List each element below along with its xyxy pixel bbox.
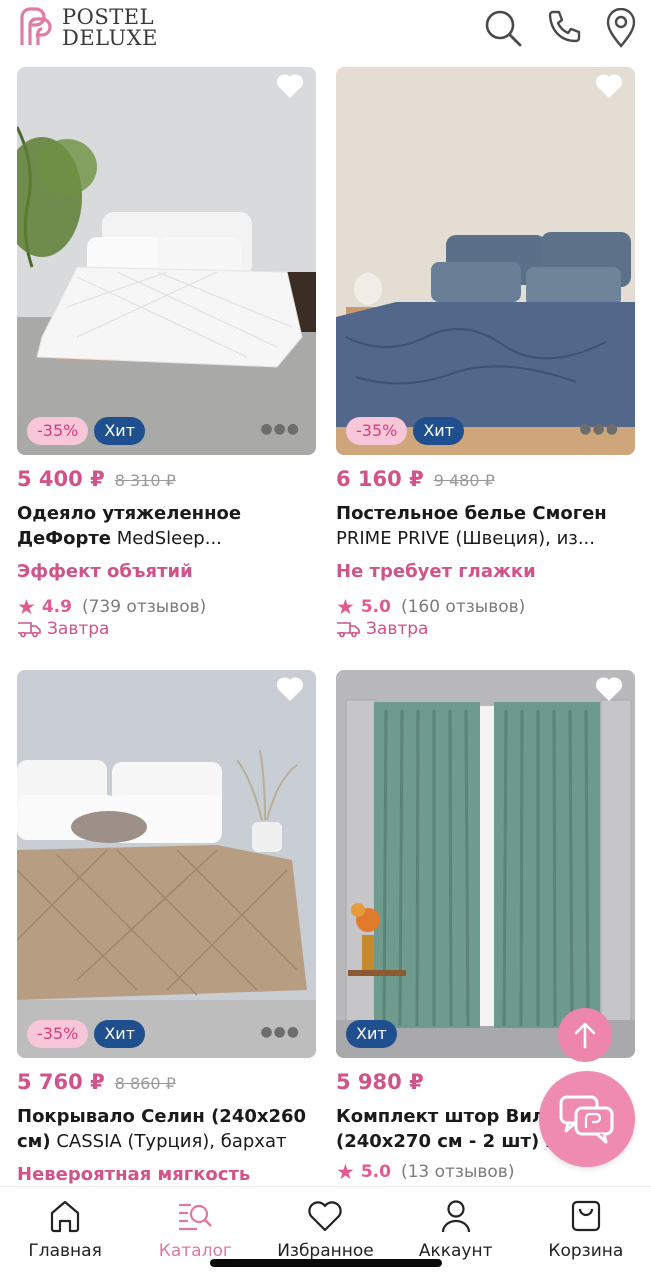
hit-badge: Хит <box>346 1020 397 1048</box>
product-title[interactable]: Покрывало Селин (240x260 см) CASSIA (Тур… <box>17 1104 316 1154</box>
product-price: 5 760 ₽ <box>17 1070 105 1094</box>
delivery-info: Завтра <box>17 619 316 639</box>
chat-button[interactable] <box>539 1071 635 1167</box>
product-price: 6 160 ₽ <box>336 467 424 491</box>
home-icon <box>50 1200 80 1233</box>
review-count: (739 отзывов) <box>81 597 207 617</box>
review-count: (160 отзывов) <box>400 597 526 617</box>
hit-badge: Хит <box>94 417 146 445</box>
product-grid: -35% Хит ●●● 5 400 ₽ 8 310 ₽ Одеяло утяж… <box>0 0 651 1186</box>
discount-badge: -35% <box>27 417 89 445</box>
favorite-heart-icon[interactable] <box>276 73 304 99</box>
product-price: 5 980 ₽ <box>336 1070 424 1094</box>
review-count: (13 отзывов) <box>400 1162 515 1182</box>
phone-icon[interactable] <box>545 9 583 47</box>
product-photo-blanket <box>17 67 316 455</box>
product-card[interactable]: -35% Хит ●●● 5 400 ₽ 8 310 ₽ Одеяло утяж… <box>17 67 316 639</box>
logo-line2: DELUXE <box>62 26 158 50</box>
heart-icon <box>308 1201 343 1232</box>
nav-item-cart[interactable]: Корзина <box>521 1187 651 1280</box>
nav-item-home[interactable]: Главная <box>0 1187 130 1280</box>
hit-badge: Хит <box>94 1020 146 1048</box>
product-title[interactable]: Одеяло утяжеленное ДеФорте MedSleep... <box>17 501 316 551</box>
star-icon: ★ <box>336 595 355 619</box>
product-image[interactable]: -35% Хит ●●● <box>17 670 316 1058</box>
hit-badge: Хит <box>413 417 465 445</box>
product-feature: Эффект объятий <box>17 561 193 582</box>
scroll-to-top-button[interactable] <box>558 1008 612 1062</box>
bag-icon <box>571 1200 600 1232</box>
discount-badge: -35% <box>346 417 408 445</box>
delivery-info: Завтра <box>336 619 635 639</box>
product-image[interactable]: Хит <box>336 670 635 1058</box>
product-photo-bedding <box>336 67 635 455</box>
gallery-dots: ●●● <box>260 1024 300 1040</box>
gallery-dots: ●●● <box>579 421 619 437</box>
postel-deluxe-logo[interactable]: POSTEL DELUXE <box>16 7 158 49</box>
logo-icon <box>20 7 52 45</box>
product-title[interactable]: Постельное белье Смоген PRIME PRIVE (Шве… <box>336 501 635 551</box>
favorite-heart-icon[interactable] <box>595 73 623 99</box>
product-rating: ★ 5.0 (160 отзывов) <box>336 595 526 619</box>
star-icon: ★ <box>17 595 36 619</box>
favorite-heart-icon[interactable] <box>595 676 623 702</box>
home-indicator <box>210 1259 442 1267</box>
product-card[interactable]: -35% Хит ●●● 5 760 ₽ 8 860 ₽ Покрывало С… <box>17 670 316 1186</box>
location-icon[interactable] <box>605 8 637 48</box>
product-rating: ★ 4.9 (739 отзывов) <box>17 595 207 619</box>
product-photo-curtains <box>336 670 635 1058</box>
star-icon: ★ <box>336 1160 355 1184</box>
app-header: POSTEL DELUXE <box>0 0 651 62</box>
chat-bubbles-icon <box>559 1095 614 1144</box>
delivery-truck-icon <box>337 622 360 638</box>
product-old-price: 8 310 ₽ <box>114 471 176 490</box>
product-feature: Невероятная мягкость <box>17 1164 251 1185</box>
search-icon[interactable] <box>483 8 523 48</box>
catalog-search-icon <box>179 1203 213 1231</box>
logo-line1: POSTEL <box>62 5 155 29</box>
delivery-truck-icon <box>18 622 41 638</box>
product-image[interactable]: -35% Хит ●●● <box>336 67 635 455</box>
product-price: 5 400 ₽ <box>17 467 105 491</box>
product-old-price: 9 480 ₽ <box>433 471 495 490</box>
favorite-heart-icon[interactable] <box>276 676 304 702</box>
product-image[interactable]: -35% Хит ●●● <box>17 67 316 455</box>
arrow-up-icon <box>574 1022 596 1049</box>
product-feature: Не требует глажки <box>336 561 536 582</box>
product-old-price: 8 860 ₽ <box>114 1074 176 1093</box>
discount-badge: -35% <box>27 1020 89 1048</box>
gallery-dots: ●●● <box>260 421 300 437</box>
product-card[interactable]: -35% Хит ●●● 6 160 ₽ 9 480 ₽ Постельное … <box>336 67 635 639</box>
product-photo-bedspread <box>17 670 316 1058</box>
user-icon <box>441 1200 470 1233</box>
